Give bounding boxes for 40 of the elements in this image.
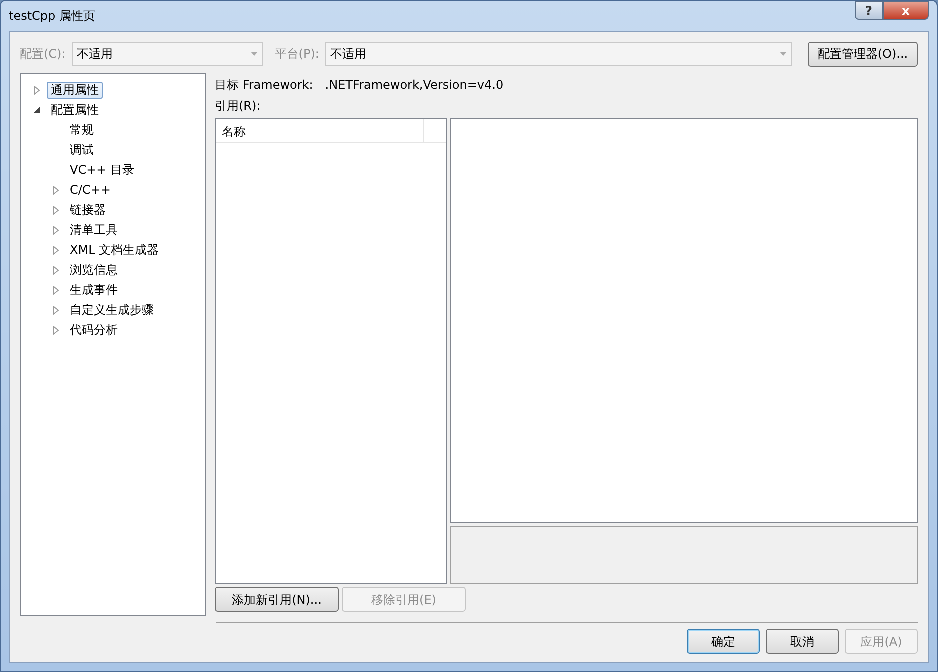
collapsed-triangle-icon[interactable]	[53, 326, 59, 334]
combo-value: 不适用	[76, 46, 113, 63]
tree-item[interactable]: 自定义生成步骤	[66, 302, 158, 318]
tree-item[interactable]: XML 文档生成器	[66, 242, 164, 258]
tree-item[interactable]: 链接器	[66, 202, 110, 218]
tree-item[interactable]: 清单工具	[66, 222, 122, 238]
dialog-button[interactable]: 取消	[766, 629, 839, 654]
collapsed-triangle-icon[interactable]	[53, 246, 59, 254]
platform-label: 平台(P):	[274, 46, 320, 63]
collapsed-triangle-icon[interactable]	[53, 186, 59, 194]
configuration-manager-button[interactable]: 配置管理器(O)...	[808, 42, 918, 66]
reference-button[interactable]: 添加新引用(N)...	[215, 587, 339, 612]
column-header[interactable]: 名称	[216, 119, 424, 142]
collapsed-triangle-icon[interactable]	[53, 226, 59, 234]
framework-label: 目标 Framework:	[215, 77, 314, 94]
collapsed-triangle-icon[interactable]	[53, 266, 59, 274]
collapsed-triangle-icon[interactable]	[53, 206, 59, 214]
collapsed-triangle-icon[interactable]	[53, 306, 59, 314]
tree-item[interactable]: C/C++	[66, 182, 115, 198]
dropdown-caret-icon	[250, 52, 258, 56]
framework-value: .NETFramework,Version=v4.0	[325, 77, 504, 94]
tree-item[interactable]: 配置属性	[47, 102, 103, 118]
tree-item[interactable]: 通用属性	[47, 82, 103, 98]
collapsed-triangle-icon[interactable]	[53, 286, 59, 294]
tree-item[interactable]: VC++ 目录	[66, 162, 139, 178]
combo-value: 不适用	[330, 46, 366, 63]
window-title: testCpp 属性页	[9, 8, 96, 25]
tree-item[interactable]: 常规	[66, 122, 98, 138]
dropdown-caret-icon	[780, 52, 788, 56]
dialog-button[interactable]: 确定	[687, 629, 760, 654]
configuration-label: 配置(C):	[20, 46, 66, 63]
collapsed-triangle-icon[interactable]	[34, 86, 40, 94]
tree-item[interactable]: 调试	[66, 142, 98, 158]
tree-item[interactable]: 浏览信息	[66, 262, 122, 278]
tree-item[interactable]: 代码分析	[66, 322, 122, 338]
help-button[interactable]: ?	[855, 1, 883, 20]
references-label: 引用(R):	[215, 98, 261, 115]
expanded-triangle-icon[interactable]	[34, 107, 40, 113]
close-button[interactable]: x	[883, 1, 929, 20]
tree-item[interactable]: 生成事件	[66, 282, 122, 298]
